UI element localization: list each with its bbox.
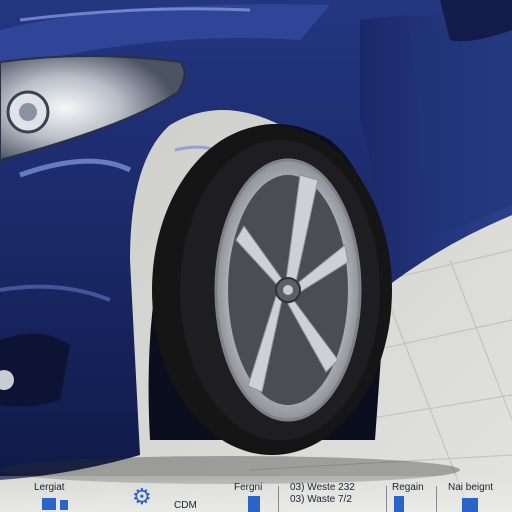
divider bbox=[278, 486, 279, 512]
gear-icon: ⚙ bbox=[132, 484, 152, 509]
strip-label: Regain bbox=[392, 482, 424, 493]
strip-label: Fergni bbox=[234, 482, 263, 493]
strip-label: Nai beignt bbox=[448, 482, 494, 493]
strip-item-cdm: ⚙ CDM bbox=[132, 482, 212, 512]
strip-label: Lergiat bbox=[34, 482, 65, 493]
divider bbox=[436, 486, 437, 512]
strip-label: CDM bbox=[174, 500, 197, 511]
blue-bar-icon bbox=[248, 496, 260, 512]
strip-item-fergni: Fergni bbox=[234, 482, 284, 512]
blue-square-icon bbox=[42, 498, 56, 510]
strip-item-weste: 03) Weste 232 03) Waste 7/2 bbox=[290, 482, 370, 512]
strip-label: 03) Weste 232 bbox=[290, 482, 355, 493]
blue-square-icon bbox=[60, 500, 68, 510]
strip-item-lergiat: Lergiat bbox=[34, 482, 94, 512]
blue-bar-icon bbox=[394, 496, 404, 512]
strip-item-nai-beignt: Nai beignt bbox=[448, 482, 508, 512]
divider bbox=[386, 486, 387, 512]
blue-square-icon bbox=[462, 498, 478, 512]
strip-item-regain: Regain bbox=[392, 482, 442, 512]
car-photo bbox=[0, 0, 512, 512]
strip-label-2: 03) Waste 7/2 bbox=[290, 494, 352, 505]
